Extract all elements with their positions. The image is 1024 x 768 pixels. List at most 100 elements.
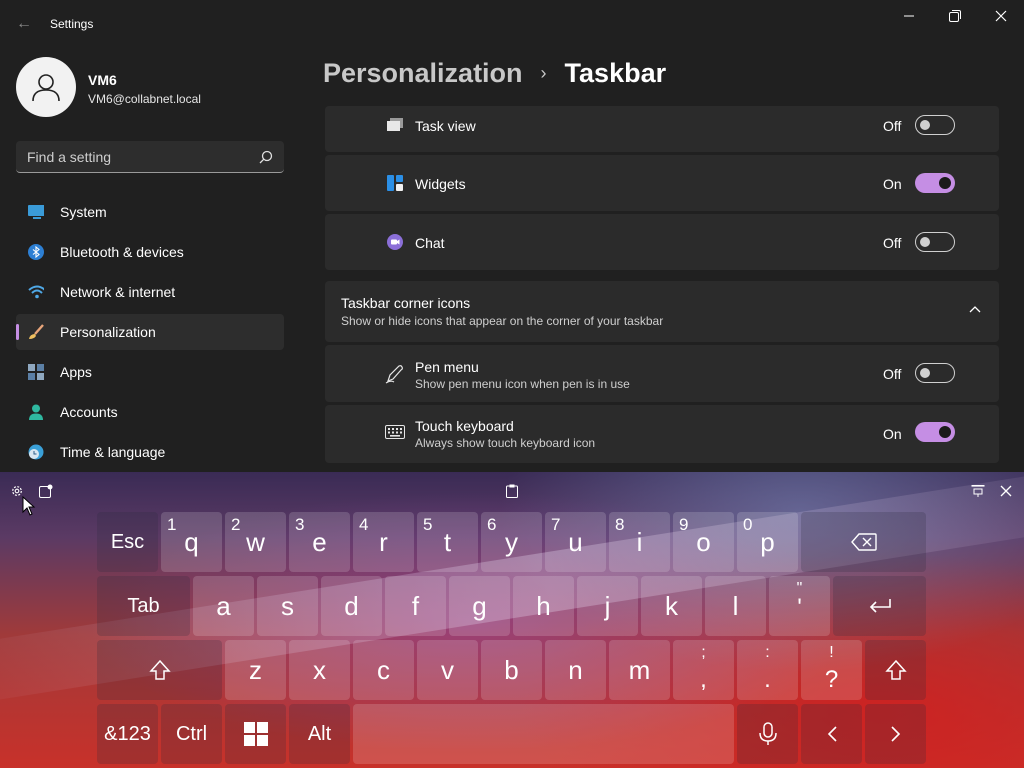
key-p[interactable]: 0p: [737, 512, 798, 572]
key-i[interactable]: 8i: [609, 512, 670, 572]
key-o[interactable]: 9o: [673, 512, 734, 572]
key-quote[interactable]: " ': [769, 576, 830, 636]
key-number: 8: [615, 515, 625, 534]
sidebar-item-time-language[interactable]: Time & language: [16, 434, 284, 470]
sidebar-item-personalization[interactable]: Personalization: [16, 314, 284, 350]
close-button[interactable]: [978, 0, 1024, 32]
restore-button[interactable]: [932, 0, 978, 32]
key-shift-right[interactable]: [865, 640, 926, 700]
key-b[interactable]: b: [481, 640, 542, 700]
task-view-toggle[interactable]: [915, 115, 955, 135]
corner-icons-header[interactable]: Taskbar corner icons Show or hide icons …: [325, 281, 999, 342]
key-w[interactable]: 2w: [225, 512, 286, 572]
key-alt[interactable]: Alt: [289, 704, 350, 764]
touch-keyboard: Esc 1q 2w 3e 4r 5t 6y 7u 8i 9o 0p Tab a …: [0, 472, 1024, 768]
key-e[interactable]: 3e: [289, 512, 350, 572]
key-label: y: [505, 526, 518, 557]
sidebar-item-network[interactable]: Network & internet: [16, 274, 284, 310]
sidebar-item-label: Accounts: [60, 404, 118, 420]
key-f[interactable]: f: [385, 576, 446, 636]
key-x[interactable]: x: [289, 640, 350, 700]
key-g[interactable]: g: [449, 576, 510, 636]
restore-icon: [949, 10, 961, 22]
key-arrow-right[interactable]: [865, 704, 926, 764]
key-question[interactable]: !?: [801, 640, 862, 700]
pen-menu-toggle[interactable]: [915, 363, 955, 383]
key-q[interactable]: 1q: [161, 512, 222, 572]
chevron-up-icon[interactable]: [969, 305, 981, 313]
sidebar-item-apps[interactable]: Apps: [16, 354, 284, 390]
breadcrumb-parent[interactable]: Personalization: [323, 58, 523, 89]
key-h[interactable]: h: [513, 576, 574, 636]
key-backspace[interactable]: [801, 512, 926, 572]
sidebar-item-label: Time & language: [60, 444, 166, 460]
key-enter[interactable]: [833, 576, 926, 636]
back-button[interactable]: ←: [10, 10, 38, 38]
key-s[interactable]: s: [257, 576, 318, 636]
key-number: 5: [423, 515, 433, 534]
globe-clock-icon: [28, 444, 44, 460]
key-shift-left[interactable]: [97, 640, 222, 700]
key-r[interactable]: 4r: [353, 512, 414, 572]
key-label: n: [568, 654, 583, 685]
key-label: .: [764, 666, 771, 693]
sidebar-item-label: Personalization: [60, 324, 156, 340]
key-k[interactable]: k: [641, 576, 702, 636]
keyboard-layout-icon[interactable]: [970, 483, 986, 499]
key-v[interactable]: v: [417, 640, 478, 700]
key-u[interactable]: 7u: [545, 512, 606, 572]
task-view-icon: [385, 115, 405, 135]
key-z[interactable]: z: [225, 640, 286, 700]
sidebar-item-bluetooth[interactable]: Bluetooth & devices: [16, 234, 284, 270]
key-label: h: [536, 590, 551, 621]
setting-row-pen-menu: Pen menu Show pen menu icon when pen is …: [325, 345, 999, 402]
key-d[interactable]: d: [321, 576, 382, 636]
app-title: Settings: [50, 17, 94, 31]
key-label: p: [760, 526, 775, 557]
key-y[interactable]: 6y: [481, 512, 542, 572]
row-subtitle: Always show touch keyboard icon: [415, 436, 596, 450]
key-symbols[interactable]: &123: [97, 704, 158, 764]
widgets-toggle[interactable]: [915, 173, 955, 193]
key-label: k: [665, 590, 678, 621]
sidebar-item-system[interactable]: System: [16, 194, 284, 230]
shift-icon: [148, 659, 171, 680]
key-c[interactable]: c: [353, 640, 414, 700]
minimize-button[interactable]: [886, 0, 932, 32]
key-windows[interactable]: [225, 704, 286, 764]
sidebar-item-accounts[interactable]: Accounts: [16, 394, 284, 430]
key-voice[interactable]: [737, 704, 798, 764]
key-j[interactable]: j: [577, 576, 638, 636]
key-label: ?: [824, 666, 839, 693]
key-m[interactable]: m: [609, 640, 670, 700]
chat-toggle[interactable]: [915, 232, 955, 252]
close-keyboard-icon[interactable]: [998, 483, 1014, 499]
minimize-icon: [904, 15, 914, 17]
setting-row-task-view: Task view Off: [325, 106, 999, 152]
clipboard-icon[interactable]: [504, 483, 520, 499]
key-l[interactable]: l: [705, 576, 766, 636]
key-t[interactable]: 5t: [417, 512, 478, 572]
chat-icon: [385, 232, 405, 252]
chevron-right-icon: [890, 726, 900, 742]
key-label: d: [344, 590, 359, 621]
key-comma[interactable]: ;,: [673, 640, 734, 700]
search-icon[interactable]: [258, 149, 274, 165]
back-arrow-icon: ←: [16, 15, 32, 32]
key-number: 7: [551, 515, 561, 534]
key-label: a: [216, 590, 231, 621]
key-n[interactable]: n: [545, 640, 606, 700]
key-arrow-left[interactable]: [801, 704, 862, 764]
key-number: 1: [167, 515, 177, 534]
key-tab[interactable]: Tab: [97, 576, 190, 636]
emoji-panel-icon[interactable]: [38, 483, 54, 499]
search-input[interactable]: Find a setting: [16, 141, 284, 173]
key-esc[interactable]: Esc: [97, 512, 158, 572]
touch-keyboard-toggle[interactable]: [915, 422, 955, 442]
key-ctrl[interactable]: Ctrl: [161, 704, 222, 764]
key-space[interactable]: [353, 704, 734, 764]
key-a[interactable]: a: [193, 576, 254, 636]
avatar[interactable]: [16, 57, 76, 117]
key-period[interactable]: :.: [737, 640, 798, 700]
key-label: Ctrl: [175, 722, 208, 745]
